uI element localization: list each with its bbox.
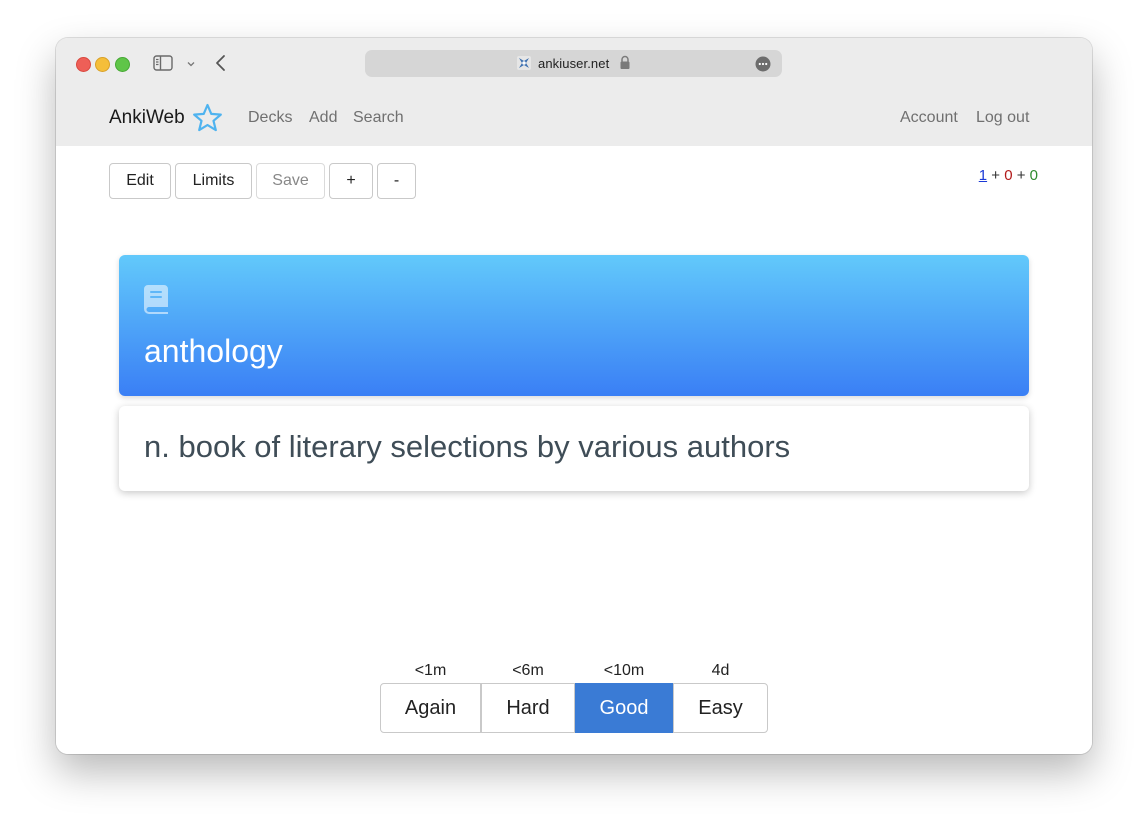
card-front: anthology bbox=[119, 255, 1029, 396]
site-favicon-icon bbox=[516, 55, 532, 71]
sidebar-toggle-icon[interactable] bbox=[153, 55, 173, 71]
study-content: Edit Limits Save + - 1 + 0 + 0 anthology… bbox=[56, 146, 1092, 754]
hard-interval: <6m bbox=[512, 662, 544, 679]
learning-count: 0 bbox=[1004, 167, 1013, 184]
card-front-text: anthology bbox=[144, 333, 283, 369]
browser-window: ankiuser.net AnkiWeb Decks Add Search Ac… bbox=[56, 38, 1092, 754]
nav-decks-link[interactable]: Decks bbox=[248, 109, 292, 127]
browser-chrome: ankiuser.net AnkiWeb Decks Add Search Ac… bbox=[56, 38, 1092, 146]
card-back-text: n. book of literary selections by variou… bbox=[144, 429, 791, 464]
book-icon bbox=[144, 285, 168, 314]
good-button[interactable]: Good bbox=[575, 683, 673, 733]
chevron-down-icon[interactable] bbox=[185, 57, 197, 69]
nav-search-link[interactable]: Search bbox=[353, 109, 404, 127]
lock-icon bbox=[619, 55, 631, 70]
count-separator: + bbox=[991, 167, 1001, 184]
address-bar[interactable]: ankiuser.net bbox=[365, 50, 782, 77]
back-arrow-icon[interactable] bbox=[214, 53, 228, 73]
brand-name[interactable]: AnkiWeb bbox=[109, 107, 185, 129]
card-back: n. book of literary selections by variou… bbox=[119, 406, 1029, 491]
nav-account-link[interactable]: Account bbox=[900, 109, 958, 127]
nav-logout-link[interactable]: Log out bbox=[976, 109, 1029, 127]
increase-font-button[interactable]: + bbox=[329, 163, 373, 199]
close-window-button[interactable] bbox=[76, 57, 91, 72]
save-button[interactable]: Save bbox=[256, 163, 325, 199]
limits-button[interactable]: Limits bbox=[175, 163, 252, 199]
count-separator: + bbox=[1016, 167, 1026, 184]
minimize-window-button[interactable] bbox=[95, 57, 110, 72]
again-button[interactable]: Again bbox=[380, 683, 481, 733]
more-options-icon[interactable] bbox=[755, 56, 771, 72]
url-text: ankiuser.net bbox=[538, 56, 610, 71]
zoom-window-button[interactable] bbox=[115, 57, 130, 72]
review-count: 0 bbox=[1029, 167, 1038, 184]
hard-button[interactable]: Hard bbox=[481, 683, 575, 733]
new-count[interactable]: 1 bbox=[979, 167, 987, 184]
easy-interval: 4d bbox=[711, 662, 730, 679]
edit-button[interactable]: Edit bbox=[109, 163, 171, 199]
good-interval: <10m bbox=[603, 662, 645, 679]
nav-add-link[interactable]: Add bbox=[309, 109, 337, 127]
due-counts: 1 + 0 + 0 bbox=[979, 167, 1038, 184]
decrease-font-button[interactable]: - bbox=[377, 163, 416, 199]
easy-button[interactable]: Easy bbox=[673, 683, 768, 733]
site-navbar: AnkiWeb Decks Add Search Account Log out bbox=[56, 103, 1092, 132]
anki-star-logo-icon bbox=[191, 102, 224, 135]
again-interval: <1m bbox=[414, 662, 447, 679]
